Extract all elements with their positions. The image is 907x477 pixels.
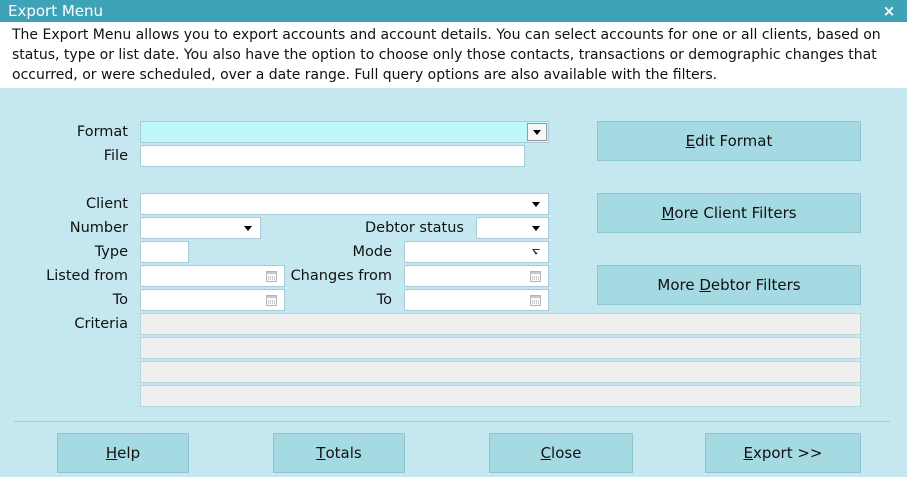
description-panel: The Export Menu allows you to export acc… bbox=[0, 22, 907, 88]
close-mnemonic: C bbox=[540, 443, 552, 462]
file-input[interactable] bbox=[140, 145, 525, 167]
help-mnemonic: H bbox=[105, 443, 118, 462]
more-debtor-filters-prefix: More bbox=[657, 275, 700, 294]
divider bbox=[14, 421, 890, 422]
type-label: Type bbox=[94, 244, 128, 260]
more-debtor-filters-label: ebtor Filters bbox=[710, 275, 801, 294]
more-debtor-filters-button[interactable]: More Debtor Filters bbox=[597, 265, 861, 305]
type-input[interactable] bbox=[140, 241, 189, 263]
changes-to-date[interactable] bbox=[404, 289, 549, 311]
close-icon[interactable]: × bbox=[880, 2, 898, 20]
changes-from-date[interactable] bbox=[404, 265, 549, 287]
window-title: Export Menu bbox=[8, 2, 104, 20]
chevron-down-icon[interactable] bbox=[238, 220, 258, 236]
more-debtor-filters-mnemonic: D bbox=[699, 275, 711, 294]
edit-format-mnemonic: E bbox=[685, 131, 696, 150]
calendar-icon[interactable] bbox=[530, 271, 541, 282]
calendar-icon[interactable] bbox=[530, 295, 541, 306]
more-client-filters-mnemonic: M bbox=[661, 203, 675, 222]
format-label: Format bbox=[76, 124, 128, 140]
close-button[interactable]: Close bbox=[489, 433, 633, 473]
calendar-icon[interactable] bbox=[266, 271, 277, 282]
help-label: elp bbox=[117, 443, 141, 462]
edit-format-button[interactable]: Edit Format bbox=[597, 121, 861, 161]
mode-label: Mode bbox=[352, 244, 392, 260]
debtor-status-select[interactable] bbox=[476, 217, 549, 239]
help-button[interactable]: Help bbox=[57, 433, 189, 473]
export-button[interactable]: Export >> bbox=[705, 433, 861, 473]
mode-select[interactable] bbox=[404, 241, 549, 263]
format-select[interactable] bbox=[140, 121, 549, 143]
totals-label: otals bbox=[325, 443, 362, 462]
number-select[interactable] bbox=[140, 217, 261, 239]
chevron-down-icon[interactable] bbox=[526, 220, 546, 236]
totals-mnemonic: T bbox=[316, 443, 326, 462]
edit-format-label: dit Format bbox=[695, 131, 773, 150]
changes-from-label: Changes from bbox=[290, 268, 392, 284]
number-label: Number bbox=[69, 220, 128, 236]
export-mnemonic: E bbox=[743, 443, 753, 462]
close-label: lose bbox=[551, 443, 582, 462]
criteria-line-4 bbox=[140, 385, 861, 407]
listed-from-label: Listed from bbox=[46, 268, 128, 284]
chevron-down-icon[interactable] bbox=[527, 123, 547, 141]
changes-to-label: To bbox=[376, 292, 392, 308]
file-label: File bbox=[103, 148, 128, 164]
export-label: xport >> bbox=[752, 443, 823, 462]
more-client-filters-button[interactable]: More Client Filters bbox=[597, 193, 861, 233]
debtor-status-label: Debtor status bbox=[365, 220, 464, 236]
listed-to-label: To bbox=[112, 292, 128, 308]
listed-from-date[interactable] bbox=[140, 265, 285, 287]
criteria-label: Criteria bbox=[74, 316, 128, 332]
criteria-line-2 bbox=[140, 337, 861, 359]
client-label: Client bbox=[86, 196, 128, 212]
more-client-filters-label: ore Client Filters bbox=[674, 203, 797, 222]
criteria-line-1 bbox=[140, 313, 861, 335]
criteria-line-3 bbox=[140, 361, 861, 383]
calendar-icon[interactable] bbox=[266, 295, 277, 306]
listed-to-date[interactable] bbox=[140, 289, 285, 311]
title-bar: Export Menu × bbox=[0, 0, 907, 22]
chevron-down-icon[interactable] bbox=[526, 244, 546, 260]
description-text: The Export Menu allows you to export acc… bbox=[12, 27, 881, 83]
chevron-down-icon[interactable] bbox=[526, 196, 546, 212]
totals-button[interactable]: Totals bbox=[273, 433, 405, 473]
client-select[interactable] bbox=[140, 193, 549, 215]
